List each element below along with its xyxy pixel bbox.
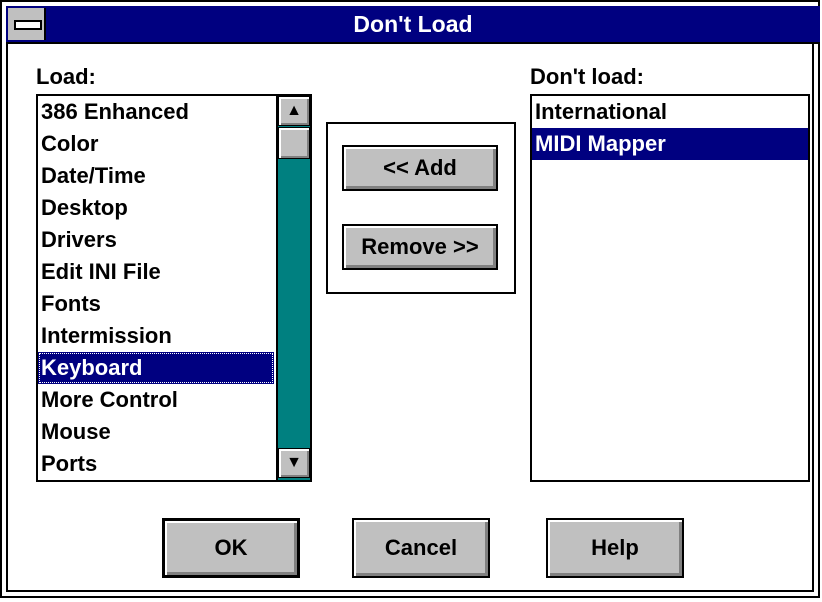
title-bar[interactable]: Don't Load [6, 6, 820, 44]
add-button[interactable]: << Add [342, 145, 498, 191]
dont-load-label: Don't load: [530, 64, 644, 89]
dont-load-list-items: International MIDI Mapper [532, 96, 808, 160]
list-item[interactable]: Ports [38, 448, 274, 480]
ok-button[interactable]: OK [162, 518, 300, 578]
cancel-button[interactable]: Cancel [352, 518, 490, 578]
load-scrollbar[interactable]: ▲ ▼ [276, 96, 310, 480]
arrow-up-icon[interactable]: ▲ [278, 96, 310, 126]
list-item[interactable]: Drivers [38, 224, 274, 256]
list-item[interactable]: Edit INI File [38, 256, 274, 288]
list-item[interactable]: Intermission [38, 320, 274, 352]
list-item[interactable]: Fonts [38, 288, 274, 320]
list-item[interactable]: Keyboard [38, 352, 274, 384]
list-item[interactable]: Color [38, 128, 274, 160]
list-item[interactable]: 386 Enhanced [38, 96, 274, 128]
window-title: Don't Load [353, 11, 473, 37]
load-list-items: 386 Enhanced Color Date/Time Desktop Drivers… [38, 96, 310, 480]
dont-load-listbox[interactable]: International MIDI Mapper [530, 94, 810, 482]
list-item[interactable]: International [532, 96, 808, 128]
list-item[interactable]: MIDI Mapper [532, 128, 808, 160]
list-item[interactable]: Date/Time [38, 160, 274, 192]
list-item[interactable]: Desktop [38, 192, 274, 224]
remove-button[interactable]: Remove >> [342, 224, 498, 270]
arrow-down-icon[interactable]: ▼ [278, 448, 310, 478]
list-item[interactable]: More Control [38, 384, 274, 416]
list-item[interactable]: Mouse [38, 416, 274, 448]
scroll-thumb[interactable] [278, 127, 310, 159]
help-button[interactable]: Help [546, 518, 684, 578]
load-listbox[interactable]: 386 Enhanced Color Date/Time Desktop Drivers… [36, 94, 312, 482]
load-label: Load: [36, 64, 96, 89]
